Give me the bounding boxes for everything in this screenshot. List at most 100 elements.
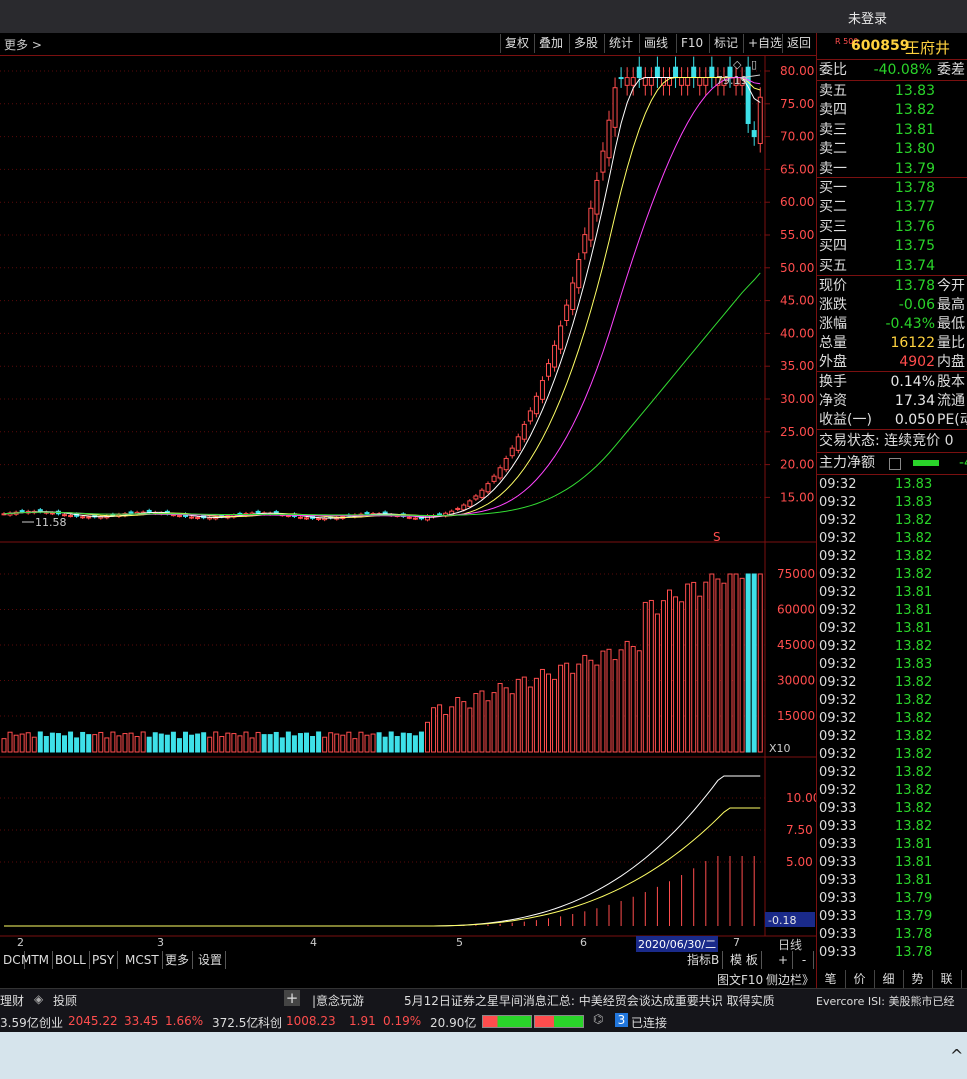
volume-bar [189, 734, 195, 753]
back-button[interactable]: 返回 [782, 34, 815, 53]
stat-value: 0.14% [890, 374, 935, 390]
login-status[interactable]: 未登录 [848, 8, 887, 27]
diamond-icon[interactable]: ◇ [733, 58, 742, 71]
chinext-amount: 372.5亿 [212, 1016, 259, 1030]
overlay-button[interactable]: 叠加 [534, 34, 567, 53]
volume-bar [1, 738, 7, 753]
tab-settings[interactable]: 设置 [195, 951, 227, 969]
tick-price: 13.81 [895, 603, 933, 618]
volume-bar [467, 707, 473, 753]
sell-level-1[interactable]: 卖一 13.79 [819, 160, 967, 179]
add-watchlist-button[interactable]: +自选 [743, 34, 786, 53]
candle-body [648, 77, 654, 86]
multi-stock-button[interactable]: 多股 [569, 34, 602, 53]
candle-body [709, 66, 715, 79]
volume-bar [636, 650, 642, 753]
stat-value: 0.050 [894, 412, 935, 428]
sell-level-2[interactable]: 卖二 13.80 [819, 140, 967, 159]
tab-trades[interactable]: 笔 [816, 970, 846, 988]
star-change: 1.91 [349, 1014, 376, 1028]
sidebar-toggle-button[interactable]: 侧边栏》 [766, 971, 814, 988]
volume-bar [55, 733, 61, 753]
zoom-in-button[interactable]: + [774, 951, 793, 969]
game-link[interactable]: |意念玩游 [312, 992, 364, 1009]
advisor-tab[interactable]: 投顾 [53, 992, 77, 1009]
zoom-out-button[interactable]: - [795, 951, 814, 969]
tick-time: 09:32 [819, 783, 857, 798]
draw-line-button[interactable]: 画线 [639, 34, 672, 53]
indicator-b-button[interactable]: 指标B [684, 951, 724, 969]
buy-label: 买四 [819, 238, 847, 255]
candle-body [491, 475, 497, 482]
quote-panel: R 500 600859 王府井 委比 -40.08% 委差 卖五 13.83 卖四… [816, 33, 967, 988]
tab-more[interactable]: 更多 [162, 951, 194, 969]
add-button[interactable]: + [284, 990, 300, 1006]
sell-level-5[interactable]: 卖五 13.83 [819, 82, 967, 101]
tab-trend[interactable]: 势 [903, 970, 933, 988]
detail-tabs: 笔 价 细 势 联 [816, 970, 967, 988]
buy-price: 13.75 [894, 238, 935, 255]
chevron-up-icon[interactable]: ^ [950, 1046, 963, 1065]
chart-area[interactable]: 80.00 75.00 70.00 65.00 60.00 55.00 50.00 45.00… [0, 56, 816, 938]
buy-level-1[interactable]: 买一 13.78 [819, 179, 967, 198]
volume-bar [104, 737, 110, 753]
f10-button[interactable]: F10 [676, 34, 707, 53]
volume-bar [570, 672, 576, 753]
candle-body [527, 410, 533, 422]
buy-level-4[interactable]: 买四 13.75 [819, 237, 967, 256]
volume-bar [334, 733, 340, 753]
window-icon[interactable]: ▯ [751, 58, 757, 71]
sell-label: 卖五 [819, 83, 847, 99]
buy-level-5[interactable]: 买五 13.74 [819, 257, 967, 276]
graphic-f10-button[interactable]: 图文F10 [717, 971, 763, 988]
candle-body [582, 234, 588, 254]
stat-row: 换手 0.14% 股本 [819, 373, 967, 392]
tab-mcst[interactable]: MCST [122, 951, 163, 969]
more-menu[interactable]: 更多 > [4, 36, 42, 53]
volume-bar [364, 734, 370, 753]
stats-button[interactable]: 统计 [604, 34, 637, 53]
volume-bar [183, 731, 188, 753]
volume-bar [134, 736, 140, 753]
news-headline-2[interactable]: Evercore ISI: 美股熊市已经 [816, 993, 955, 1009]
volume-bar [503, 687, 509, 753]
tab-boll[interactable]: BOLL [52, 951, 90, 969]
tick-price: 13.81 [895, 873, 933, 888]
sell-level-3[interactable]: 卖三 13.81 [819, 121, 967, 140]
title-bar: 未登录 [0, 0, 967, 33]
buy-level-2[interactable]: 买二 13.77 [819, 198, 967, 217]
price-axis-label: 60.00 [780, 195, 814, 209]
volume-bar [352, 738, 358, 753]
volume-bar [219, 736, 225, 753]
ratio-value: -40.08% [873, 62, 932, 78]
chart-toggle-icon[interactable] [889, 458, 901, 470]
candle-body [564, 304, 570, 322]
tab-mtm[interactable]: MTM [18, 951, 54, 969]
volume-bar [576, 663, 582, 753]
candle-body [176, 515, 182, 518]
tick-price: 13.81 [895, 621, 933, 636]
tab-detail[interactable]: 细 [874, 970, 904, 988]
volume-bar [225, 732, 231, 753]
candle-body [757, 96, 763, 144]
volume-bar [642, 601, 648, 753]
quote-label: 涨跌 [819, 297, 847, 313]
quote-right-label: 内盘 [937, 354, 965, 370]
tick-price: 13.82 [895, 747, 933, 762]
mark-button[interactable]: 标记 [709, 34, 742, 53]
kline-chart[interactable]: 80.00 75.00 70.00 65.00 60.00 55.00 50.00 45.00… [0, 56, 816, 938]
candle-body [467, 500, 473, 507]
restore-rights-button[interactable]: 复权 [500, 34, 533, 53]
template-button[interactable]: 模 板 [727, 951, 762, 969]
tab-price[interactable]: 价 [845, 970, 875, 988]
tab-psy[interactable]: PSY [89, 951, 119, 969]
finance-tab[interactable]: 理财 [0, 992, 24, 1009]
news-headline[interactable]: 5月12日证券之星早间消息汇总: 中美经贸会谈达成重要共识 取得实质 [404, 992, 775, 1009]
connection-count: 3 [615, 1013, 628, 1027]
tab-link[interactable]: 联 [932, 970, 962, 988]
buy-label: 买五 [819, 257, 847, 274]
stat-value: 17.34 [894, 393, 935, 409]
trade-state-text: 交易状态: 连续竞价 0 [819, 433, 954, 449]
buy-level-3[interactable]: 买三 13.76 [819, 218, 967, 237]
sell-level-4[interactable]: 卖四 13.82 [819, 101, 967, 120]
